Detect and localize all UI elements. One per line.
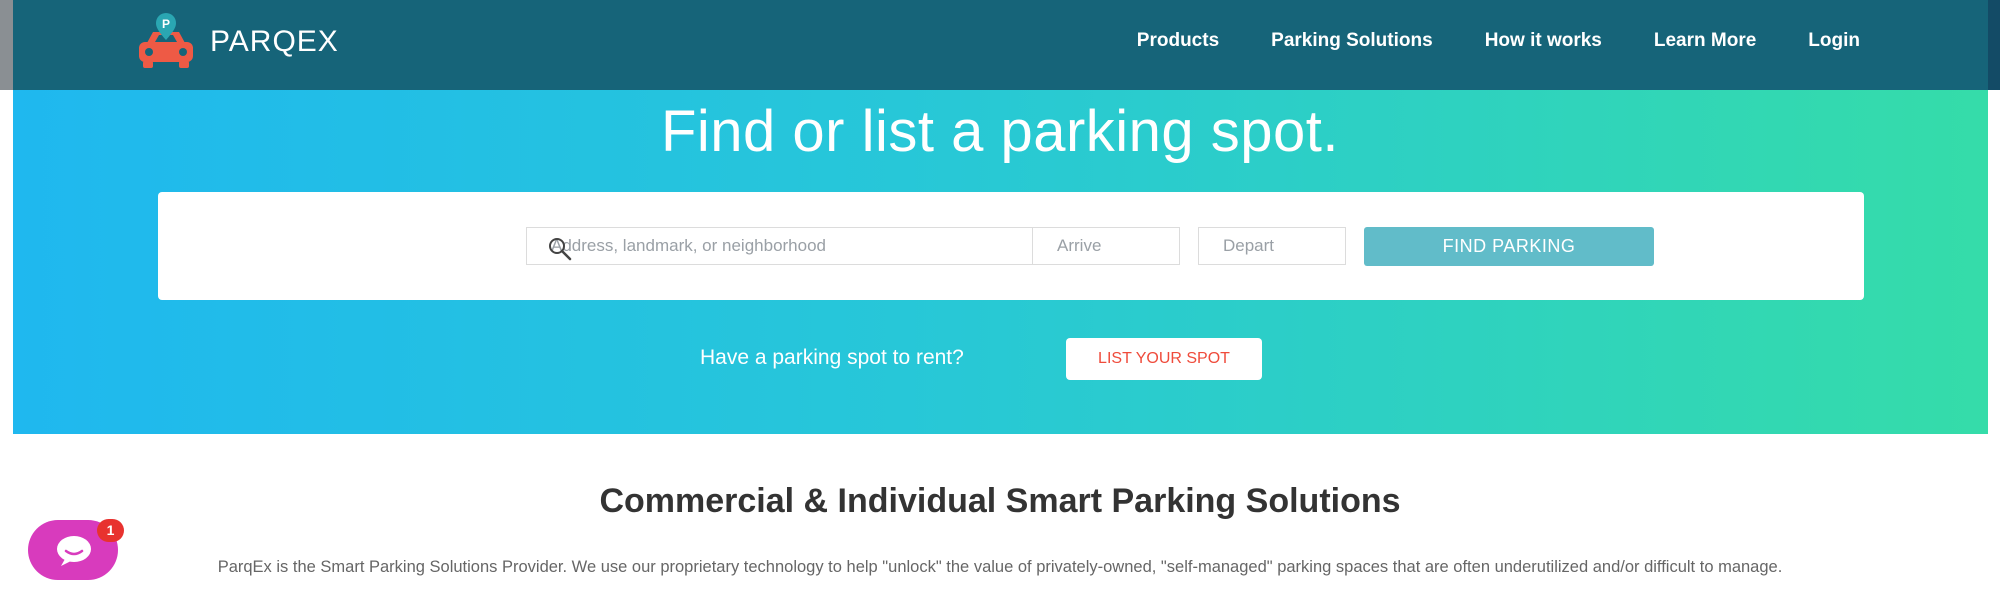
list-your-spot-button[interactable]: LIST YOUR SPOT (1066, 338, 1262, 380)
search-card: FIND PARKING (158, 192, 1864, 300)
find-parking-button[interactable]: FIND PARKING (1364, 227, 1654, 266)
parqex-logo-icon[interactable]: P (135, 12, 197, 70)
rent-prompt: Have a parking spot to rent? (700, 346, 964, 369)
nav-learn-more[interactable]: Learn More (1654, 30, 1756, 52)
right-edge-strip (1988, 0, 2000, 90)
nav-products[interactable]: Products (1137, 30, 1219, 52)
brand-name[interactable]: PARQEX (210, 25, 339, 59)
page: P PARQEX Products Parking Solutions How … (0, 0, 2000, 600)
hero-title: Find or list a parking spot. (660, 99, 1340, 164)
arrive-field[interactable] (1032, 227, 1180, 265)
nav-parking-solutions[interactable]: Parking Solutions (1271, 30, 1433, 52)
left-edge-strip (0, 0, 13, 90)
depart-field[interactable] (1198, 227, 1346, 265)
nav-how-it-works[interactable]: How it works (1485, 30, 1602, 52)
section-title: Commercial & Individual Smart Parking So… (599, 482, 1401, 520)
chat-bubble-icon (57, 536, 91, 566)
top-navbar: P PARQEX Products Parking Solutions How … (13, 0, 1988, 90)
search-icon (549, 238, 572, 261)
arrive-input[interactable] (1033, 228, 1179, 264)
main-nav: Products Parking Solutions How it works … (1085, 0, 1860, 82)
nav-login[interactable]: Login (1808, 30, 1860, 52)
chat-notification-badge: 1 (97, 519, 124, 542)
section-description: ParqEx is the Smart Parking Solutions Pr… (217, 558, 1783, 576)
depart-input[interactable] (1199, 228, 1345, 264)
logo-letter: P (162, 17, 170, 31)
